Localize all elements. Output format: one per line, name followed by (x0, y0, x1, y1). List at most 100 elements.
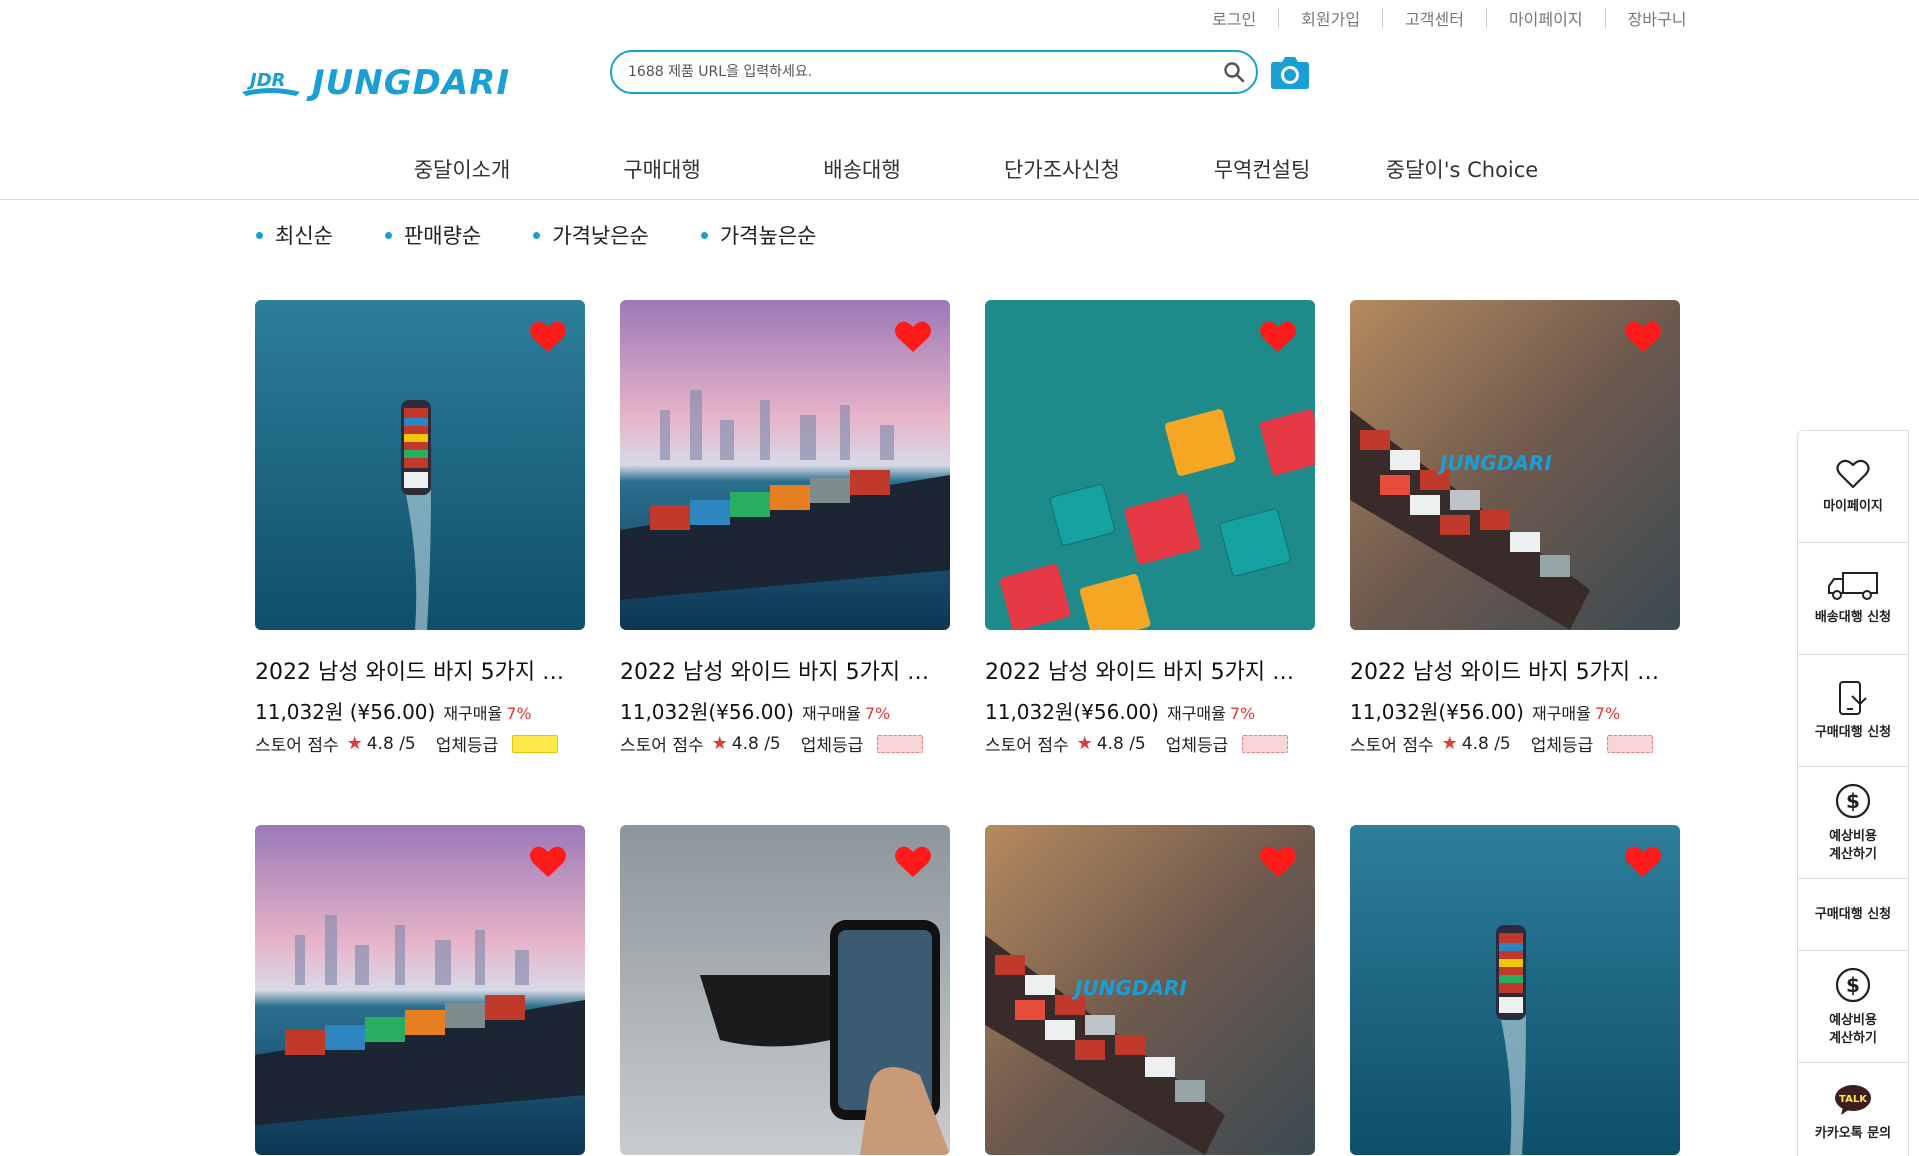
customer-center-link[interactable]: 고객센터 (1383, 6, 1486, 30)
grade-label: 업체등급 (435, 736, 499, 756)
quick-cost-calculator-2[interactable]: $ 예상비용 계산하기 (1798, 951, 1908, 1063)
product-card[interactable]: JUNGDARI 2022 남성 와이드 바지 5가지 … 11,032원(¥56… (1350, 300, 1680, 756)
store-score-label: 스토어 점수 (1350, 736, 1434, 756)
nav-about[interactable]: 중달이소개 (414, 154, 511, 184)
phone-order-icon (1839, 680, 1867, 715)
store-score: 4.8 /5 (1096, 733, 1146, 754)
product-title[interactable]: 2022 남성 와이드 바지 5가지 … (255, 654, 585, 686)
wishlist-heart-icon[interactable] (529, 845, 567, 879)
sort-options: 최신순 판매량순 가격낮은순 가격높은순 (256, 220, 868, 250)
nav-purchase-agency[interactable]: 구매대행 (623, 154, 700, 184)
grade-badge (1607, 734, 1654, 753)
store-row: 스토어 점수 ★ 4.8 /5 업체등급 (1350, 731, 1680, 756)
product-price: 11,032원(¥56.00) (620, 700, 794, 724)
repurchase-rate: 7% (1229, 704, 1256, 723)
product-card[interactable]: 2022 남성 와이드 바지 5가지 … 11,032원(¥56.00) 재구매… (620, 300, 950, 756)
nav-price-inquiry[interactable]: 단가조사신청 (1004, 154, 1120, 184)
grade-label: 업체등급 (1530, 736, 1594, 756)
wishlist-heart-icon[interactable] (894, 845, 932, 879)
product-title[interactable]: 2022 남성 와이드 바지 5가지 … (1350, 654, 1680, 686)
quick-kakao[interactable]: TALK 카카오톡 문의 (1798, 1063, 1908, 1156)
cart-link[interactable]: 장바구니 (1606, 6, 1709, 30)
quick-cost-calculator[interactable]: $ 예상비용 계산하기 (1798, 767, 1908, 879)
store-score: 4.8 /5 (731, 733, 781, 754)
quick-purchase-request-2[interactable]: 구매대행 신청 (1798, 879, 1908, 951)
sort-price-high[interactable]: 가격높은순 (700, 220, 817, 250)
product-price: 11,032원(¥56.00) (985, 700, 1159, 724)
product-card[interactable] (620, 825, 950, 1155)
wishlist-heart-icon[interactable] (1259, 320, 1297, 354)
quick-label: 배송대행 신청 (1814, 609, 1892, 625)
wishlist-heart-icon[interactable] (1624, 845, 1662, 879)
sort-price-low[interactable]: 가격낮은순 (533, 220, 649, 250)
bullet-icon (256, 231, 263, 239)
main-nav: 중달이소개 구매대행 배송대행 단가조사신청 무역컨설팅 중달이's Choic… (0, 148, 1919, 200)
nav-trade-consulting[interactable]: 무역컨설팅 (1214, 154, 1311, 184)
quick-mypage[interactable]: 마이페이지 (1798, 431, 1908, 543)
store-row: 스토어 점수 ★ 4.8 /5 업체등급 (620, 731, 950, 756)
repurchase-label: 재구매율 (801, 704, 861, 723)
product-image[interactable] (255, 825, 585, 1155)
quick-purchase-request[interactable]: 구매대행 신청 (1798, 655, 1908, 767)
product-title[interactable]: 2022 남성 와이드 바지 5가지 … (620, 654, 950, 686)
quick-label: 구매대행 신청 (1814, 906, 1892, 922)
heart-outline-icon (1836, 459, 1870, 488)
star-icon: ★ (346, 733, 363, 754)
sort-label: 가격높은순 (719, 224, 817, 248)
search-icon (1224, 62, 1245, 83)
wishlist-heart-icon[interactable] (1259, 845, 1297, 879)
jungdari-logo: JDR JUNGDARI (242, 63, 509, 102)
sort-latest[interactable]: 최신순 (256, 220, 333, 250)
product-card[interactable]: 2022 남성 와이드 바지 5가지 … 11,032원(¥56.00) 재구매… (985, 300, 1315, 756)
price-row: 11,032원(¥56.00) 재구매율 7% (1350, 696, 1680, 725)
repurchase-rate: 7% (864, 704, 891, 723)
repurchase-label: 재구매율 (1166, 704, 1226, 723)
product-card[interactable] (1350, 825, 1680, 1155)
svg-text:TALK: TALK (1839, 1094, 1868, 1105)
product-image[interactable]: JUNGDARI (1350, 300, 1680, 630)
product-card[interactable]: JUNGDARI (985, 825, 1315, 1155)
mypage-link[interactable]: 마이페이지 (1487, 6, 1605, 30)
grade-label: 업체등급 (1165, 736, 1229, 756)
store-score: 4.8 /5 (1461, 733, 1511, 754)
product-image[interactable] (620, 300, 950, 630)
signup-link[interactable]: 회원가입 (1279, 6, 1382, 30)
search-input[interactable] (612, 52, 1212, 92)
grade-label: 업체등급 (800, 736, 864, 756)
grade-badge (877, 734, 924, 753)
product-title[interactable]: 2022 남성 와이드 바지 5가지 … (985, 654, 1315, 686)
product-image[interactable] (255, 300, 585, 630)
sort-label: 최신순 (275, 224, 333, 248)
product-card[interactable]: 2022 남성 와이드 바지 5가지 … 11,032원 (¥56.00) 재구… (255, 300, 585, 756)
quick-shipping-request[interactable]: 배송대행 신청 (1798, 543, 1908, 655)
store-score-label: 스토어 점수 (985, 736, 1069, 756)
store-score: 4.8 /5 (366, 733, 416, 754)
product-image[interactable]: JUNGDARI (985, 825, 1315, 1155)
repurchase-label: 재구매율 (1531, 704, 1591, 723)
bullet-icon (533, 231, 541, 239)
utility-links: 로그인 회원가입 고객센터 마이페이지 장바구니 (1190, 6, 1708, 30)
site-logo[interactable]: JDR JUNGDARI (240, 58, 520, 102)
camera-icon[interactable] (1270, 54, 1310, 90)
quick-label: 구매대행 신청 (1814, 724, 1892, 740)
search-button[interactable] (1212, 52, 1256, 92)
quick-label: 마이페이지 (1823, 498, 1883, 514)
login-link[interactable]: 로그인 (1190, 6, 1278, 30)
nav-choice[interactable]: 중달이's Choice (1386, 154, 1538, 184)
wishlist-heart-icon[interactable] (529, 320, 567, 354)
star-icon: ★ (1076, 733, 1093, 754)
store-row: 스토어 점수 ★ 4.8 /5 업체등급 (985, 731, 1315, 756)
product-image[interactable] (1350, 825, 1680, 1155)
grade-badge (512, 734, 559, 753)
wishlist-heart-icon[interactable] (894, 320, 932, 354)
sort-sales[interactable]: 판매량순 (384, 220, 481, 250)
price-row: 11,032원(¥56.00) 재구매율 7% (620, 696, 950, 725)
product-image[interactable] (985, 300, 1315, 630)
product-card[interactable] (255, 825, 585, 1155)
nav-shipping-agency[interactable]: 배송대행 (823, 154, 900, 184)
quick-label: 카카오톡 문의 (1814, 1126, 1892, 1141)
product-image[interactable] (620, 825, 950, 1155)
wishlist-heart-icon[interactable] (1624, 320, 1662, 354)
store-row: 스토어 점수 ★ 4.8 /5 업체등급 (255, 731, 585, 756)
star-icon: ★ (711, 733, 728, 754)
